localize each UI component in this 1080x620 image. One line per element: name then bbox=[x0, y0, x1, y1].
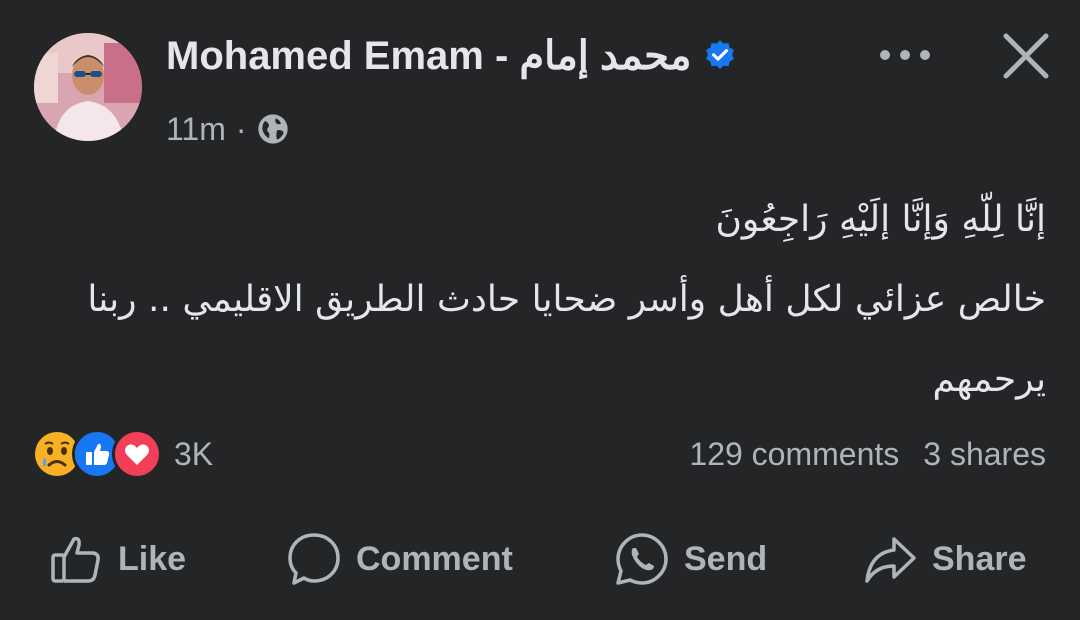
post-timestamp[interactable]: 11m bbox=[166, 111, 226, 148]
thumbs-up-icon bbox=[51, 536, 100, 583]
reactions-summary[interactable]: 3K bbox=[32, 429, 213, 479]
author-avatar[interactable] bbox=[34, 33, 142, 141]
shares-count[interactable]: 3 shares bbox=[923, 436, 1046, 473]
like-button[interactable]: Like bbox=[48, 525, 186, 593]
post-text-line: إنَّا لِلّهِ وَإنَّا إلَيْهِ رَاجِعُونَ bbox=[715, 199, 1046, 240]
comment-label: Comment bbox=[356, 539, 513, 578]
action-bar: Like Comment Send Share bbox=[0, 525, 1080, 593]
close-icon bbox=[1003, 33, 1049, 79]
post-text-line: خالص عزائي لكل أهل وأسر ضحايا حادث الطري… bbox=[87, 279, 1046, 400]
send-button[interactable]: Send bbox=[614, 525, 767, 593]
love-reaction-icon bbox=[112, 429, 162, 479]
reaction-count[interactable]: 3K bbox=[174, 436, 213, 473]
send-label: Send bbox=[684, 539, 768, 578]
close-button[interactable] bbox=[998, 28, 1054, 84]
author-name[interactable]: Mohamed Emam - محمد إمام bbox=[166, 33, 691, 79]
meta-separator: · bbox=[235, 110, 247, 147]
verified-badge-icon bbox=[706, 40, 735, 69]
ellipsis-icon bbox=[880, 50, 930, 60]
share-label: Share bbox=[932, 539, 1027, 578]
more-options-button[interactable] bbox=[874, 38, 936, 72]
post-body: إنَّا لِلّهِ وَإنَّا إلَيْهِ رَاجِعُونَ … bbox=[34, 180, 1046, 420]
share-arrow-icon bbox=[865, 537, 916, 583]
author-name-row[interactable]: Mohamed Emam - محمد إمام bbox=[166, 33, 737, 79]
whatsapp-icon bbox=[616, 533, 668, 585]
avatar-image bbox=[34, 33, 142, 141]
post-stats: 129 comments 3 shares bbox=[689, 432, 1046, 476]
comment-bubble-icon bbox=[288, 533, 340, 585]
post-meta: 11m · bbox=[166, 110, 289, 148]
like-label: Like bbox=[118, 539, 187, 578]
share-button[interactable]: Share bbox=[862, 525, 1027, 593]
globe-icon[interactable] bbox=[257, 113, 289, 145]
comment-button[interactable]: Comment bbox=[286, 525, 513, 593]
comments-count[interactable]: 129 comments bbox=[689, 436, 899, 473]
